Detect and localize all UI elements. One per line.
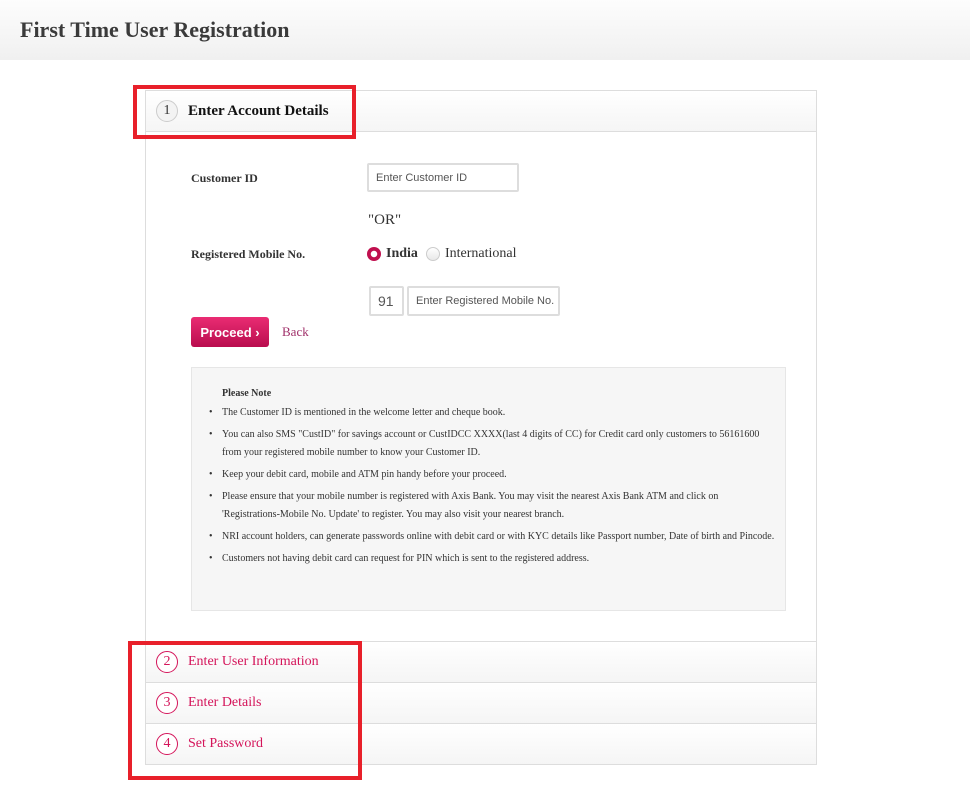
mobile-label: Registered Mobile No. xyxy=(191,247,306,261)
back-link[interactable]: Back xyxy=(282,324,309,340)
proceed-label: Proceed xyxy=(200,324,252,340)
note-item: The Customer ID is mentioned in the welc… xyxy=(209,404,775,422)
customer-id-input[interactable]: Enter Customer ID xyxy=(367,163,519,192)
note-item: Keep your debit card, mobile and ATM pin… xyxy=(209,466,775,484)
radio-india[interactable]: India xyxy=(367,246,418,262)
country-code-input[interactable]: 91 xyxy=(369,286,404,316)
note-item: You can also SMS "CustID" for savings ac… xyxy=(209,426,775,462)
mobile-input[interactable]: Enter Registered Mobile No. xyxy=(407,286,560,316)
customer-id-label: Customer ID xyxy=(191,171,258,185)
radio-international[interactable]: International xyxy=(426,246,517,262)
page-header: First Time User Registration xyxy=(0,0,970,60)
note-item: Please ensure that your mobile number is… xyxy=(209,488,775,524)
radio-label: International xyxy=(445,246,517,261)
note-item: NRI account holders, can generate passwo… xyxy=(209,528,775,546)
page-title: First Time User Registration xyxy=(20,17,290,42)
note-title: Please Note xyxy=(222,388,272,399)
annotation-box xyxy=(128,641,362,780)
or-text: "OR" xyxy=(368,212,402,228)
radio-label: India xyxy=(386,246,418,261)
proceed-button[interactable]: Proceed › xyxy=(191,317,269,347)
radio-checked-icon xyxy=(367,247,381,261)
radio-unchecked-icon xyxy=(426,247,440,261)
note-box: Please Note The Customer ID is mentioned… xyxy=(191,367,786,611)
chevron-right-icon: › xyxy=(255,324,260,340)
annotation-box xyxy=(133,85,356,139)
note-item: Customers not having debit card can requ… xyxy=(209,550,775,568)
